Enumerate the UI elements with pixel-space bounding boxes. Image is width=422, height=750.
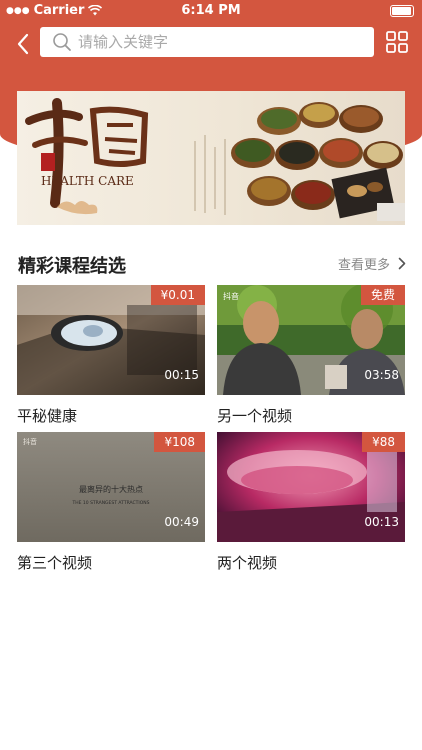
- video-duration: 03:58: [364, 368, 399, 382]
- thumb-caption-en: THE 10 STRANGEST ATTRACTIONS: [72, 500, 150, 506]
- thumb-caption-cn: 最离异的十大热点: [79, 484, 143, 494]
- top-navigation-bar: [0, 22, 422, 70]
- course-card[interactable]: 抖音 最离异的十大热点 THE 10 STRANGEST ATTRACTIONS…: [17, 432, 205, 573]
- chevron-right-icon: [398, 257, 406, 270]
- category-grid-button[interactable]: [385, 30, 409, 54]
- back-button[interactable]: [12, 30, 34, 58]
- video-duration: 00:49: [164, 515, 199, 529]
- course-title[interactable]: 两个视频: [217, 552, 405, 573]
- video-duration: 00:15: [164, 368, 199, 382]
- battery-icon: [390, 5, 414, 17]
- status-bar: ●●● Carrier 6:14 PM: [0, 0, 422, 22]
- tiktok-watermark: 抖音: [23, 437, 37, 446]
- chevron-left-icon: [17, 33, 29, 55]
- price-badge: 免费: [360, 285, 405, 305]
- course-thumbnail[interactable]: ¥88 00:13: [217, 432, 405, 542]
- banner-image: HEALTH CARE: [17, 91, 405, 225]
- view-more-label: 查看更多: [337, 258, 390, 273]
- grid-icon: [386, 31, 408, 53]
- course-thumbnail[interactable]: ¥0.01 00:15: [17, 285, 205, 395]
- banner-subtitle: HEALTH CARE: [41, 174, 134, 188]
- price-badge: ¥88: [362, 432, 405, 452]
- search-icon: [52, 32, 72, 52]
- status-time: 6:14 PM: [181, 3, 241, 18]
- price-badge: ¥0.01: [150, 285, 205, 305]
- course-card[interactable]: 抖音 免费 03:58 另一个视频: [217, 285, 405, 426]
- promo-banner[interactable]: HEALTH CARE: [17, 91, 405, 225]
- course-title[interactable]: 平秘健康: [17, 405, 205, 426]
- course-title[interactable]: 第三个视频: [17, 552, 205, 573]
- tiktok-watermark: 抖音: [223, 291, 239, 301]
- search-input[interactable]: [78, 33, 358, 51]
- course-thumbnail[interactable]: 抖音 最离异的十大热点 THE 10 STRANGEST ATTRACTIONS…: [17, 432, 205, 542]
- section-title: 精彩课程结选: [18, 256, 126, 277]
- course-card[interactable]: ¥88 00:13 两个视频: [217, 432, 405, 573]
- course-card[interactable]: ¥0.01 00:15 平秘健康: [17, 285, 205, 426]
- view-more-link[interactable]: 查看更多: [338, 254, 406, 273]
- course-thumbnail[interactable]: 抖音 免费 03:58: [217, 285, 405, 395]
- course-title[interactable]: 另一个视频: [217, 405, 405, 426]
- search-box[interactable]: [40, 27, 374, 57]
- price-badge: ¥108: [154, 432, 205, 452]
- video-duration: 00:13: [364, 515, 399, 529]
